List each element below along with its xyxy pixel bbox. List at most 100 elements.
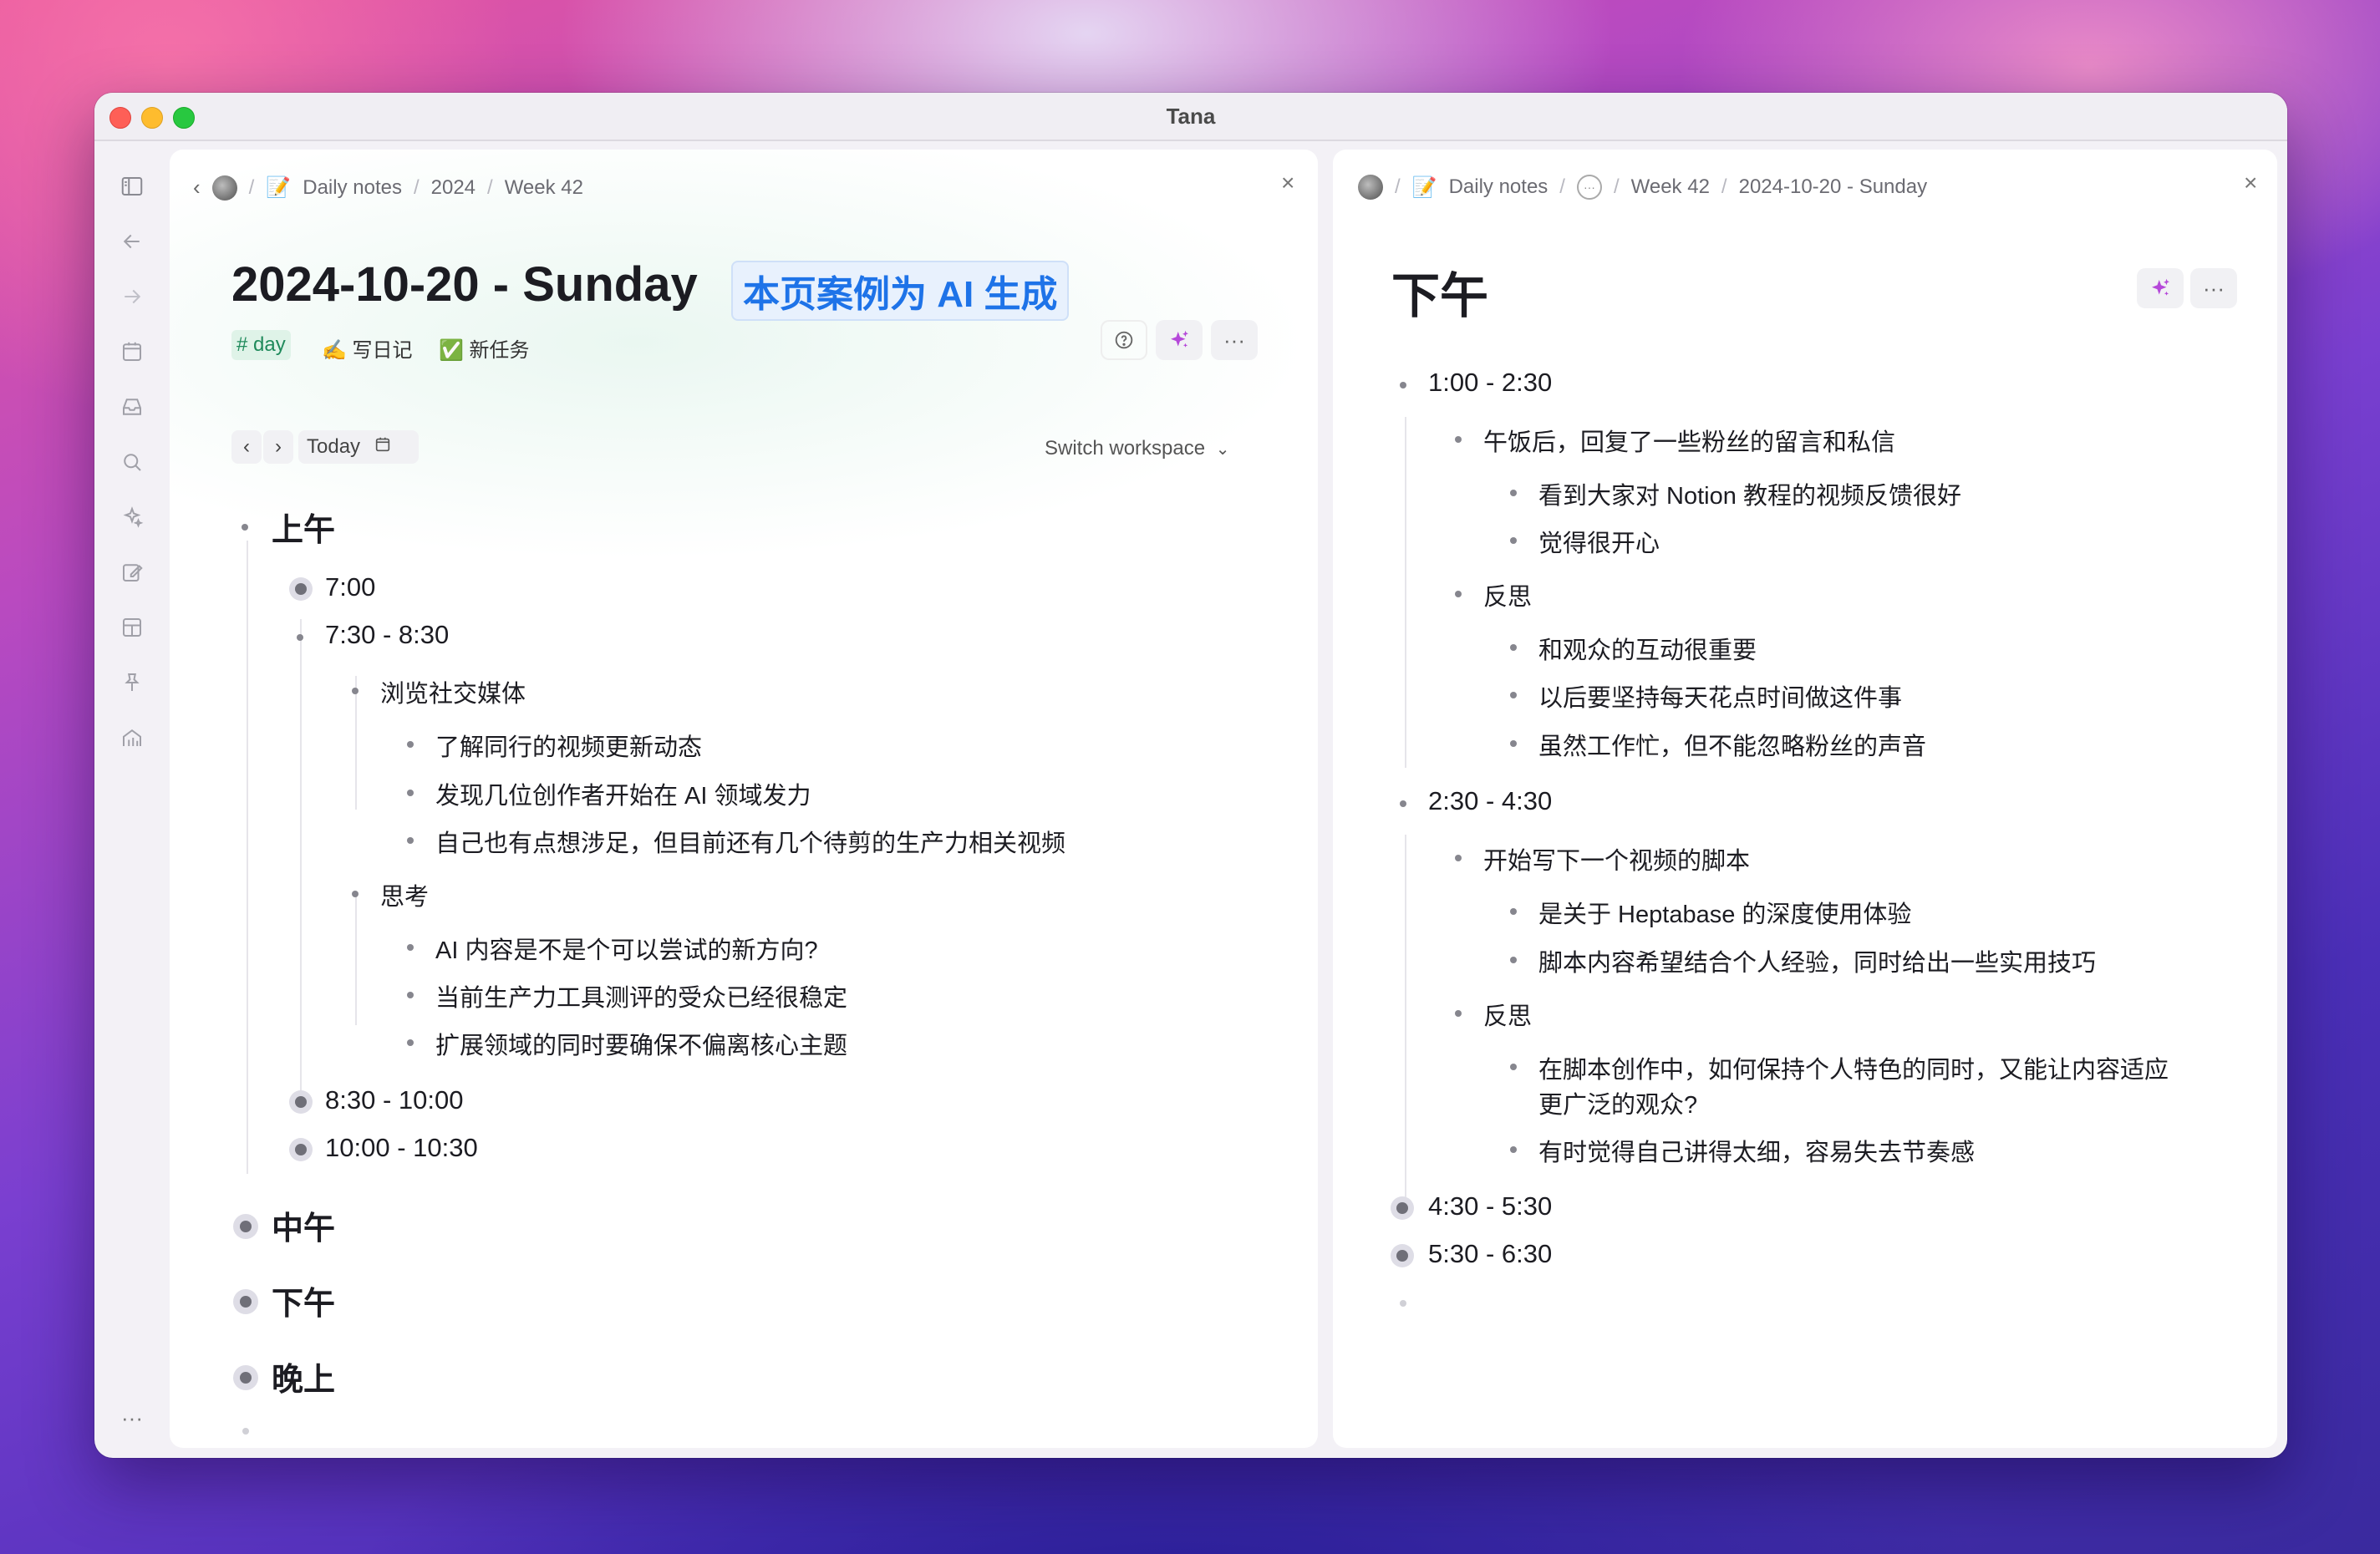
bullet[interactable] <box>1400 800 1406 807</box>
bullet[interactable] <box>1510 490 1517 496</box>
bullet[interactable] <box>1510 1064 1517 1070</box>
switch-workspace-dropdown[interactable]: Switch workspace ⌄ <box>1045 437 1230 460</box>
outline-node[interactable]: 下午 <box>272 1277 335 1323</box>
bullet[interactable] <box>407 837 414 844</box>
collapsed-bullet[interactable] <box>240 1296 252 1308</box>
outline-node[interactable]: 反思 <box>1483 997 1532 1032</box>
outline-node[interactable]: 2:30 - 4:30 <box>1428 786 1552 816</box>
workspace-avatar[interactable] <box>1358 175 1383 200</box>
bullet[interactable] <box>1400 382 1406 388</box>
outline-node[interactable]: 在脚本创作中，如何保持个人特色的同时，又能让内容适应 <box>1538 1050 2169 1085</box>
outline-node[interactable]: 了解同行的视频更新动态 <box>435 728 702 763</box>
outline-node-continuation[interactable]: 更广泛的观众? <box>1538 1085 1697 1120</box>
bullet[interactable] <box>352 891 359 897</box>
page-title[interactable]: 2024-10-20 - Sunday <box>231 256 698 312</box>
outline-node[interactable]: 是关于 Heptabase 的深度使用体验 <box>1538 895 1911 930</box>
collapsed-bullet[interactable] <box>295 1096 307 1108</box>
ai-sparkle-icon[interactable] <box>2137 268 2184 308</box>
outline-node[interactable]: 自己也有点想涉足，但目前还有几个待剪的生产力相关视频 <box>435 824 1065 859</box>
breadcrumb-ellipsis-icon[interactable]: ··· <box>1576 175 1602 200</box>
inbox-icon[interactable] <box>117 392 147 422</box>
breadcrumb-year[interactable]: 2024 <box>431 176 475 200</box>
calendar-icon[interactable] <box>117 337 147 367</box>
bullet[interactable] <box>1510 957 1517 963</box>
bullet[interactable] <box>297 634 303 641</box>
collapsed-bullet[interactable] <box>240 1372 252 1384</box>
outline-node[interactable]: 5:30 - 6:30 <box>1428 1239 1552 1269</box>
outline-node[interactable]: 扩展领域的同时要确保不偏离核心主题 <box>435 1026 847 1061</box>
outline-node[interactable]: 7:00 <box>325 572 375 602</box>
collapsed-bullet[interactable] <box>1396 1250 1408 1262</box>
more-options-icon[interactable]: ··· <box>1211 320 1258 360</box>
outline-node[interactable]: 思考 <box>380 877 429 912</box>
new-node-bullet[interactable] <box>1400 1300 1406 1307</box>
outline-node[interactable]: 以后要坚持每天花点时间做这件事 <box>1538 678 1902 714</box>
bullet[interactable] <box>1510 692 1517 698</box>
workspace-avatar[interactable] <box>211 175 237 201</box>
bullet[interactable] <box>1510 644 1517 651</box>
bullet[interactable] <box>1510 1146 1517 1153</box>
outline-node[interactable]: 看到大家对 Notion 教程的视频反馈很好 <box>1538 476 1961 511</box>
outline-node[interactable]: 觉得很开心 <box>1538 524 1660 559</box>
outline-node[interactable]: 1:00 - 2:30 <box>1428 368 1552 398</box>
breadcrumb-day[interactable]: 2024-10-20 - Sunday <box>1739 175 1928 199</box>
page-title[interactable]: 下午 <box>1391 256 1488 327</box>
bullet[interactable] <box>407 741 414 748</box>
outline-node[interactable]: 午饭后，回复了一些粉丝的留言和私信 <box>1483 423 1895 458</box>
home-icon[interactable] <box>117 723 147 753</box>
next-day-button[interactable]: › <box>263 430 293 464</box>
outline-node[interactable]: 晚上 <box>272 1353 335 1399</box>
outline-node[interactable]: 有时觉得自己讲得太细，容易失去节奏感 <box>1538 1133 1975 1168</box>
edit-icon[interactable] <box>117 557 147 587</box>
layout-icon[interactable] <box>117 612 147 642</box>
outline-node[interactable]: 发现几位创作者开始在 AI 领域发力 <box>435 776 811 811</box>
outline-node[interactable]: 开始写下一个视频的脚本 <box>1483 841 1750 876</box>
bullet[interactable] <box>1455 1010 1462 1017</box>
bullet[interactable] <box>407 1039 414 1046</box>
outline-node[interactable]: 反思 <box>1483 577 1532 612</box>
ai-sparkle-icon[interactable] <box>1156 320 1203 360</box>
outline-node[interactable]: 7:30 - 8:30 <box>325 620 449 650</box>
tag-day[interactable]: # day <box>231 330 291 360</box>
forward-icon[interactable] <box>117 282 147 312</box>
ai-sparkle-icon[interactable] <box>117 502 147 532</box>
bullet[interactable] <box>407 944 414 951</box>
breadcrumb-week[interactable]: Week 42 <box>1631 175 1710 199</box>
bullet[interactable] <box>1510 537 1517 544</box>
help-icon[interactable] <box>1101 320 1147 360</box>
outline-node[interactable]: 虽然工作忙，但不能忽略粉丝的声音 <box>1538 727 1926 762</box>
tag-new-task[interactable]: ✅ 新任务 <box>434 330 535 366</box>
sidebar-toggle-icon[interactable] <box>117 171 147 201</box>
breadcrumb-week[interactable]: Week 42 <box>505 176 583 200</box>
breadcrumb-daily-notes[interactable]: Daily notes <box>303 176 402 200</box>
outline-node[interactable]: 10:00 - 10:30 <box>325 1133 478 1163</box>
outline-node[interactable]: 8:30 - 10:00 <box>325 1085 463 1115</box>
bullet[interactable] <box>1455 591 1462 597</box>
more-icon[interactable]: ··· <box>117 1403 147 1433</box>
back-chevron-icon[interactable]: ‹ <box>193 175 201 201</box>
outline-node[interactable]: AI 内容是不是个可以尝试的新方向? <box>435 931 818 966</box>
close-panel-icon[interactable]: × <box>2244 170 2257 196</box>
back-icon[interactable] <box>117 226 147 256</box>
outline-node[interactable]: 和观众的互动很重要 <box>1538 631 1757 666</box>
collapsed-bullet[interactable] <box>240 1221 252 1232</box>
new-node-bullet[interactable] <box>242 1428 249 1435</box>
outline-node[interactable]: 浏览社交媒体 <box>380 674 526 709</box>
close-panel-icon[interactable]: × <box>1281 170 1294 196</box>
breadcrumb-daily-notes[interactable]: Daily notes <box>1449 175 1549 199</box>
outline-node[interactable]: 当前生产力工具测评的受众已经很稳定 <box>435 978 847 1013</box>
bullet[interactable] <box>352 688 359 694</box>
collapsed-bullet[interactable] <box>1396 1202 1408 1214</box>
outline-node[interactable]: 上午 <box>272 504 335 550</box>
prev-day-button[interactable]: ‹ <box>231 430 262 464</box>
bullet[interactable] <box>1455 855 1462 861</box>
outline-node[interactable]: 中午 <box>272 1202 335 1248</box>
collapsed-bullet[interactable] <box>295 583 307 595</box>
outline-node[interactable]: 脚本内容希望结合个人经验，同时给出一些实用技巧 <box>1538 943 2096 978</box>
tag-diary[interactable]: ✍️ 写日记 <box>317 330 418 366</box>
bullet[interactable] <box>407 790 414 796</box>
search-icon[interactable] <box>117 447 147 477</box>
more-options-icon[interactable]: ··· <box>2190 268 2237 308</box>
today-button[interactable]: Today <box>298 430 419 464</box>
bullet[interactable] <box>1510 740 1517 747</box>
